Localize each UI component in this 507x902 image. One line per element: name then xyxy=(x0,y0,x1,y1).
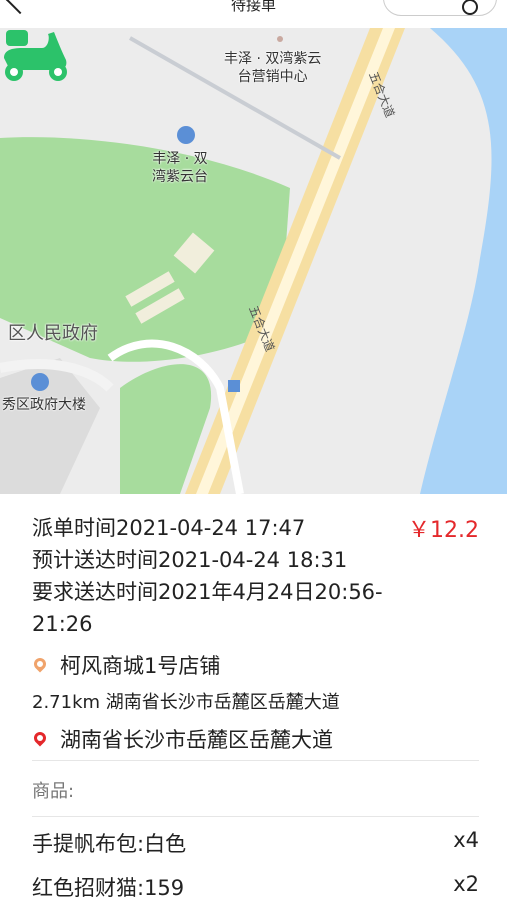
more-button[interactable] xyxy=(383,0,497,16)
map-poi-label: 丰泽 · 双湾紫云 台营销中心 xyxy=(224,51,322,85)
goods-item-qty: x4 xyxy=(453,828,479,852)
distance-address: 2.71km 湖南省长沙市岳麓区岳麓大道 xyxy=(32,692,340,713)
map-view[interactable]: 丰泽 · 双湾紫云 台营销中心 丰泽 · 双 湾紫云台 区人民政府 秀区政府大楼… xyxy=(0,28,507,494)
dispatch-time: 派单时间2021-04-24 17:47 xyxy=(32,516,306,540)
scooter-icon xyxy=(4,30,67,81)
divider xyxy=(32,760,479,761)
map-poi-label: 秀区政府大楼 xyxy=(2,397,86,413)
order-details: 派单时间2021-04-24 17:47 ￥12.2 预计送达时间2021-04… xyxy=(0,494,507,900)
options-icon xyxy=(462,0,478,15)
goods-item-name: 红色招财猫:159 xyxy=(32,876,185,900)
order-price: ￥12.2 xyxy=(408,518,479,543)
divider xyxy=(32,816,479,817)
goods-item-qty: x2 xyxy=(453,872,479,896)
required-delivery-time: 要求送达时间2021年4月24日20:56- 21:26 xyxy=(32,580,383,636)
map-poi-label: 丰泽 · 双 湾紫云台 xyxy=(152,151,208,185)
estimated-delivery-time: 预计送达时间2021-04-24 18:31 xyxy=(32,548,348,572)
goods-item-name: 手提帆布包:白色 xyxy=(32,832,187,856)
goods-header: 商品: xyxy=(32,781,75,802)
shop-name: 柯风商城1号店铺 xyxy=(60,654,221,678)
destination-address: 湖南省长沙市岳麓区岳麓大道 xyxy=(60,728,333,752)
top-bar: 待接单 xyxy=(0,0,507,28)
shop-pin-icon xyxy=(31,655,49,673)
map-poi-label: 区人民政府 xyxy=(8,323,98,344)
destination-pin-icon xyxy=(31,729,49,747)
